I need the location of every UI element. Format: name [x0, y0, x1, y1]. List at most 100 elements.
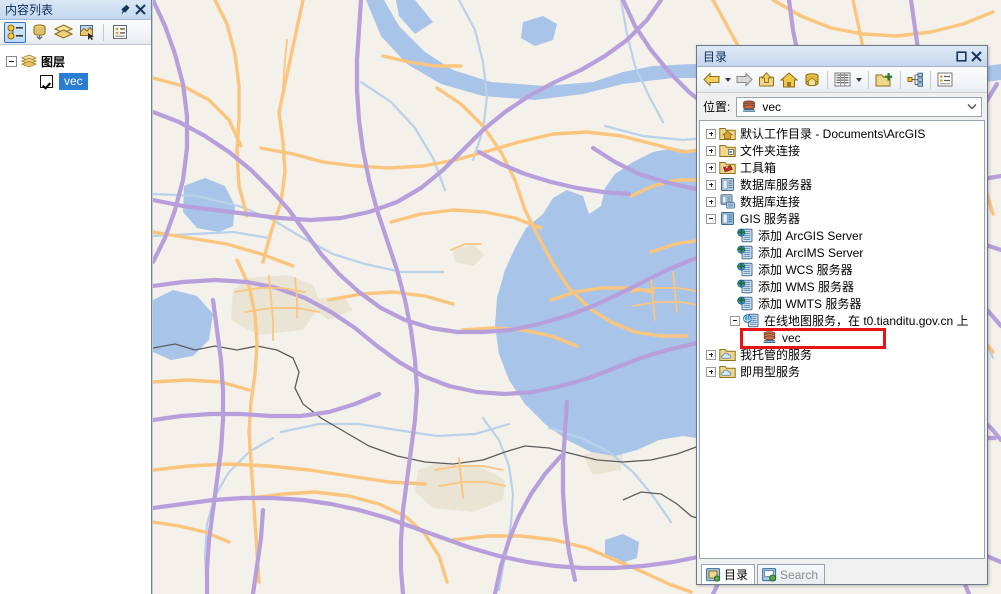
catalog-titlebar[interactable]: 目录 — [697, 46, 987, 67]
expander-plus[interactable] — [706, 162, 716, 173]
catalog-tree-item-label: 文件夹连接 — [740, 144, 801, 158]
catalog-tree-item-label: 数据库服务器 — [740, 178, 813, 192]
source-glyph — [33, 24, 45, 40]
expander-minus[interactable] — [706, 213, 716, 224]
catalog-tree-item[interactable]: 工具箱 — [700, 159, 984, 176]
catalog-tree-item-label: GIS 服务器 — [740, 212, 801, 226]
chevron-glyph — [967, 104, 977, 110]
tree-glyph — [907, 72, 923, 87]
close-icon[interactable] — [133, 2, 148, 18]
catalog-tree-item[interactable]: 添加 WMTS 服务器 — [700, 295, 984, 312]
catalog-tree-item-label: 数据库连接 — [740, 195, 801, 209]
catalog-title: 目录 — [703, 49, 728, 64]
tab-search[interactable]: Search — [757, 564, 826, 584]
catalog-tree-item[interactable]: 数据库服务器 — [700, 176, 984, 193]
options-icon[interactable] — [109, 22, 131, 43]
expander-minus[interactable] — [730, 315, 740, 326]
toc-root-row[interactable]: 图层 — [0, 51, 151, 71]
catalog-tree-item[interactable]: 文件夹连接 — [700, 142, 984, 159]
catalog-tabstrip: 目录 Search — [697, 559, 987, 584]
connect-to-folder-icon[interactable] — [873, 69, 896, 91]
expander-plus[interactable] — [706, 179, 716, 190]
catalog-tree-item-label: 添加 ArcGIS Server — [758, 229, 863, 243]
back-dropdown-icon[interactable] — [725, 77, 731, 82]
catalog-tree-item[interactable]: 数据库连接 — [700, 193, 984, 210]
forward-icon[interactable] — [734, 69, 755, 91]
catalog-tree-item[interactable]: 即用型服务 — [700, 363, 984, 380]
expander-minus[interactable] — [6, 55, 17, 67]
close-icon[interactable] — [969, 48, 984, 64]
expander-plus[interactable] — [706, 128, 716, 139]
drawing-order-glyph — [7, 24, 23, 40]
catalog-toolbar — [697, 67, 987, 93]
toggle-tree-icon[interactable] — [905, 69, 926, 91]
location-combobox[interactable]: vec — [736, 96, 982, 117]
item-description-icon[interactable] — [935, 69, 955, 91]
catalog-tree-item[interactable]: 添加 WCS 服务器 — [700, 261, 984, 278]
catalog-tree-item-label: 添加 WCS 服务器 — [758, 263, 853, 277]
chevron-down-icon[interactable] — [965, 98, 979, 116]
cloud-folder-icon — [719, 349, 736, 361]
catalog-tree-item[interactable]: 在线地图服务，在 t0.tianditu.gov.cn 上 — [700, 312, 984, 329]
visibility-glyph — [53, 24, 73, 39]
catalog-tree-item[interactable]: 添加 ArcIMS Server — [700, 244, 984, 261]
close-glyph — [135, 4, 146, 15]
add-server-icon — [737, 296, 753, 311]
layer-visibility-checkbox[interactable] — [40, 74, 53, 88]
catalog-tree-item[interactable]: 我托管的服务 — [700, 346, 984, 363]
location-value: vec — [762, 99, 782, 114]
options-glyph — [113, 25, 127, 39]
database-server-icon — [721, 178, 734, 191]
location-label: 位置: — [703, 100, 731, 114]
list-by-visibility-icon[interactable] — [52, 22, 74, 43]
expander-plus[interactable] — [706, 366, 716, 377]
default-geodatabase-icon[interactable] — [801, 69, 823, 91]
pin-glyph — [121, 4, 130, 15]
pin-icon[interactable] — [118, 2, 133, 18]
contents-view-glyph — [834, 72, 851, 87]
toolbox-folder-icon — [719, 162, 736, 174]
catalog-tree-item[interactable]: GIS 服务器 — [700, 210, 984, 227]
catalog-tree-container[interactable]: 默认工作目录 - Documents\ArcGIS 文件夹连接工具箱数据库服务器数… — [699, 120, 985, 559]
add-server-icon — [737, 262, 753, 277]
catalog-tree-item-label: 添加 WMTS 服务器 — [758, 297, 862, 311]
maximize-glyph — [956, 50, 967, 62]
add-server-icon — [737, 279, 753, 294]
contents-view-icon[interactable] — [832, 69, 853, 91]
layer-name-vec[interactable]: vec — [59, 72, 88, 90]
toc-titlebar: 内容列表 — [0, 0, 151, 20]
catalog-tree-item[interactable]: 添加 ArcGIS Server — [700, 227, 984, 244]
map-service-icon — [763, 331, 776, 343]
toc-layer-row-vec[interactable]: vec — [0, 71, 151, 91]
list-by-source-icon[interactable] — [28, 22, 50, 43]
catalog-tree-item[interactable]: vec — [700, 329, 984, 346]
catalog-tree-item-label: 在线地图服务，在 t0.tianditu.gov.cn 上 — [764, 314, 969, 328]
toc-toolbar — [0, 20, 151, 45]
expander-plus[interactable] — [706, 145, 716, 156]
expander-plus[interactable] — [706, 196, 716, 207]
item-description-glyph — [937, 72, 953, 87]
back-arrow-glyph — [703, 72, 720, 87]
catalog-tree-item-label: 添加 ArcIMS Server — [758, 246, 864, 260]
forward-arrow-glyph — [736, 72, 753, 87]
maximize-icon[interactable] — [954, 48, 969, 64]
up-one-level-icon[interactable] — [756, 69, 777, 91]
tab-catalog[interactable]: 目录 — [701, 564, 756, 584]
tab-catalog-label: 目录 — [724, 568, 749, 582]
up-level-glyph — [759, 71, 774, 86]
catalog-tree-item[interactable]: 添加 WMS 服务器 — [700, 278, 984, 295]
expander-plus[interactable] — [706, 349, 716, 360]
home-icon[interactable] — [778, 69, 800, 91]
list-by-drawing-order-icon[interactable] — [4, 21, 26, 43]
server-connection-icon — [743, 313, 759, 328]
toolbar-separator — [900, 70, 901, 89]
geodatabase-home-glyph — [805, 72, 819, 86]
contents-view-dropdown-icon[interactable] — [856, 77, 862, 82]
catalog-tree-item[interactable]: 默认工作目录 - Documents\ArcGIS — [700, 125, 984, 142]
list-by-selection-icon[interactable] — [76, 22, 98, 43]
connect-folder-glyph — [875, 72, 893, 86]
catalog-tree-item-label: 工具箱 — [740, 161, 777, 175]
toolbar-separator — [103, 23, 104, 41]
back-icon[interactable] — [701, 69, 722, 91]
toc-tree: 图层 vec — [0, 45, 151, 593]
